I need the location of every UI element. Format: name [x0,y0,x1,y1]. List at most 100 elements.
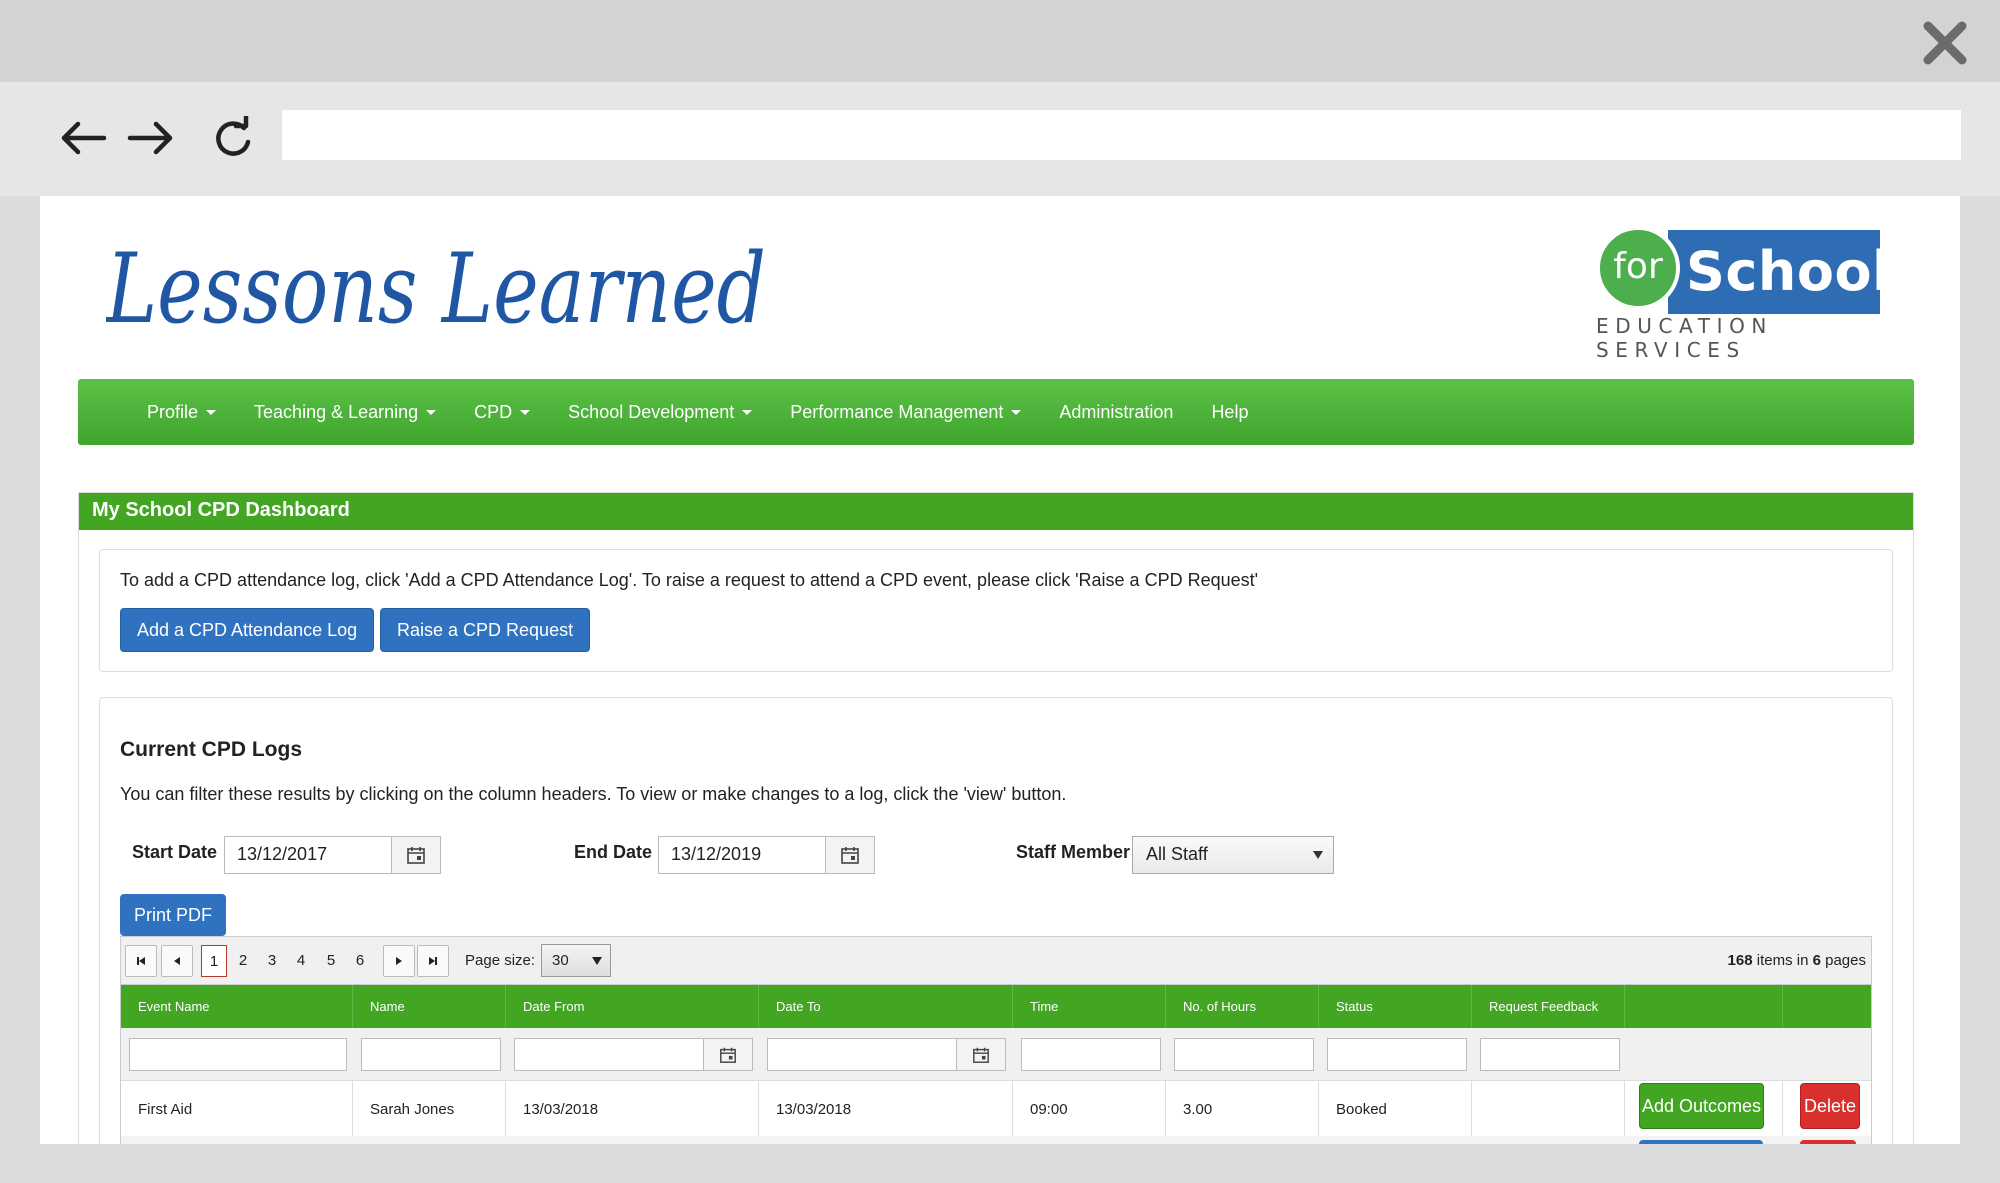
cell-hours: 3.00 [1166,1081,1319,1136]
forward-arrow-icon[interactable] [126,116,176,160]
address-bar[interactable] [282,110,1961,160]
start-date-input[interactable]: 13/12/2017 [224,836,392,874]
request-feedback-filter[interactable] [1480,1038,1620,1071]
calendar-icon[interactable] [956,1038,1006,1071]
page-viewport: Lessons Learned Schools for EDUCATION SE… [40,196,1960,1144]
col-delete [1783,985,1873,1028]
last-page-icon[interactable] [417,945,449,977]
nav-item-administration[interactable]: Administration [1040,402,1192,423]
start-date-label: Start Date [132,842,218,862]
nav-item-cpd[interactable]: CPD [455,402,549,423]
for-logo-text: for [1613,246,1663,287]
schools-logo-box: Schools [1668,230,1923,314]
table-row [121,1136,1871,1144]
main-nav: Profile Teaching & Learning CPD School D… [78,379,1914,445]
schools-logo-text: Schools [1686,240,1924,303]
page-5-link[interactable]: 5 [318,945,344,977]
end-date-label: End Date [574,842,653,862]
browser-bottom-border [0,1144,2000,1183]
date-from-filter[interactable] [514,1038,704,1071]
caret-down-icon [520,409,531,415]
cell-actions: Add Outcomes [1625,1081,1783,1136]
caret-down-icon [426,409,437,415]
cpd-actions-box: To add a CPD attendance log, click 'Add … [99,549,1893,672]
staff-member-label: Staff Member [1016,842,1131,862]
calendar-icon[interactable] [391,836,441,874]
page-1-link[interactable]: 1 [201,945,227,977]
browser-titlebar [0,0,2000,82]
forschools-logo: Schools for EDUCATION SERVICES [1596,226,1952,362]
nav-item-teaching-learning[interactable]: Teaching & Learning [235,402,455,423]
section-title: Current CPD Logs [120,738,303,761]
lessons-learned-logo: Lessons Learned [106,233,766,345]
cpd-dashboard-panel: My School CPD Dashboard To add a CPD att… [78,492,1914,1144]
grid-pager: 1 2 3 4 5 6 Page size: 30 168 items in 6… [121,937,1871,985]
cell-time: 09:00 [1013,1081,1166,1136]
cell-event-name: First Aid [121,1081,353,1136]
nav-item-performance-management[interactable]: Performance Management [771,402,1040,423]
page-2-link[interactable]: 2 [230,945,256,977]
panel-title: My School CPD Dashboard [79,493,1913,530]
cell-status: Booked [1319,1081,1472,1136]
svg-text:Lessons Learned: Lessons Learned [106,233,766,345]
grid-filter-row [121,1028,1871,1081]
cpd-logs-grid: 1 2 3 4 5 6 Page size: 30 168 items in 6… [120,936,1872,1144]
page-4-link[interactable]: 4 [288,945,314,977]
cell-request-feedback [1472,1081,1625,1136]
first-page-icon[interactable] [125,945,157,977]
prev-page-icon[interactable] [161,945,193,977]
name-filter[interactable] [361,1038,501,1071]
nav-item-profile[interactable]: Profile [128,402,235,423]
reload-icon[interactable] [208,116,258,160]
col-actions [1625,985,1783,1028]
for-logo-circle: for [1596,226,1680,310]
delete-button[interactable]: Delete [1800,1083,1861,1129]
dropdown-arrow-icon [1313,851,1323,859]
intro-text: To add a CPD attendance log, click 'Add … [120,570,1259,590]
page-6-link[interactable]: 6 [347,945,373,977]
page-3-link[interactable]: 3 [259,945,285,977]
staff-member-select[interactable]: All Staff [1132,836,1334,874]
raise-cpd-request-button[interactable]: Raise a CPD Request [380,608,591,652]
col-name[interactable]: Name [353,985,506,1028]
date-to-filter[interactable] [767,1038,957,1071]
caret-down-icon [742,409,753,415]
pager-info: 168 items in 6 pages [1727,952,1866,969]
event-name-filter[interactable] [129,1038,347,1071]
status-filter[interactable] [1327,1038,1467,1071]
cell-name: Sarah Jones [353,1081,506,1136]
page-size-select[interactable]: 30 [541,944,611,977]
col-request-feedback[interactable]: Request Feedback [1472,985,1625,1028]
table-row: First Aid Sarah Jones 13/03/2018 13/03/2… [121,1081,1871,1136]
col-hours[interactable]: No. of Hours [1166,985,1319,1028]
add-cpd-log-button[interactable]: Add a CPD Attendance Log [120,608,375,652]
grid-header: Event Name Name Date From Date To Time N… [121,985,1871,1028]
print-pdf-button[interactable]: Print PDF [120,894,227,936]
nav-item-school-development[interactable]: School Development [549,402,771,423]
section-description: You can filter these results by clicking… [120,784,1067,804]
next-page-icon[interactable] [383,945,415,977]
col-time[interactable]: Time [1013,985,1166,1028]
add-outcomes-button[interactable]: Add Outcomes [1639,1083,1765,1129]
close-icon[interactable] [1920,18,1970,68]
browser-toolbar [0,82,2000,196]
education-services-text: EDUCATION SERVICES [1596,314,1773,362]
col-date-to[interactable]: Date To [759,985,1013,1028]
cell-date-from: 13/03/2018 [506,1081,759,1136]
col-date-from[interactable]: Date From [506,985,759,1028]
page-size-label: Page size: [465,952,536,969]
nav-item-help[interactable]: Help [1192,402,1267,423]
end-date-input[interactable]: 13/12/2019 [658,836,826,874]
calendar-icon[interactable] [825,836,875,874]
time-filter[interactable] [1021,1038,1161,1071]
col-status[interactable]: Status [1319,985,1472,1028]
caret-down-icon [206,409,217,415]
cell-date-to: 13/03/2018 [759,1081,1013,1136]
current-cpd-logs-box: Current CPD Logs You can filter these re… [99,697,1893,1144]
calendar-icon[interactable] [703,1038,753,1071]
col-event-name[interactable]: Event Name [121,985,353,1028]
dropdown-arrow-icon [592,957,602,965]
caret-down-icon [1011,409,1022,415]
back-arrow-icon[interactable] [58,116,108,160]
hours-filter[interactable] [1174,1038,1314,1071]
